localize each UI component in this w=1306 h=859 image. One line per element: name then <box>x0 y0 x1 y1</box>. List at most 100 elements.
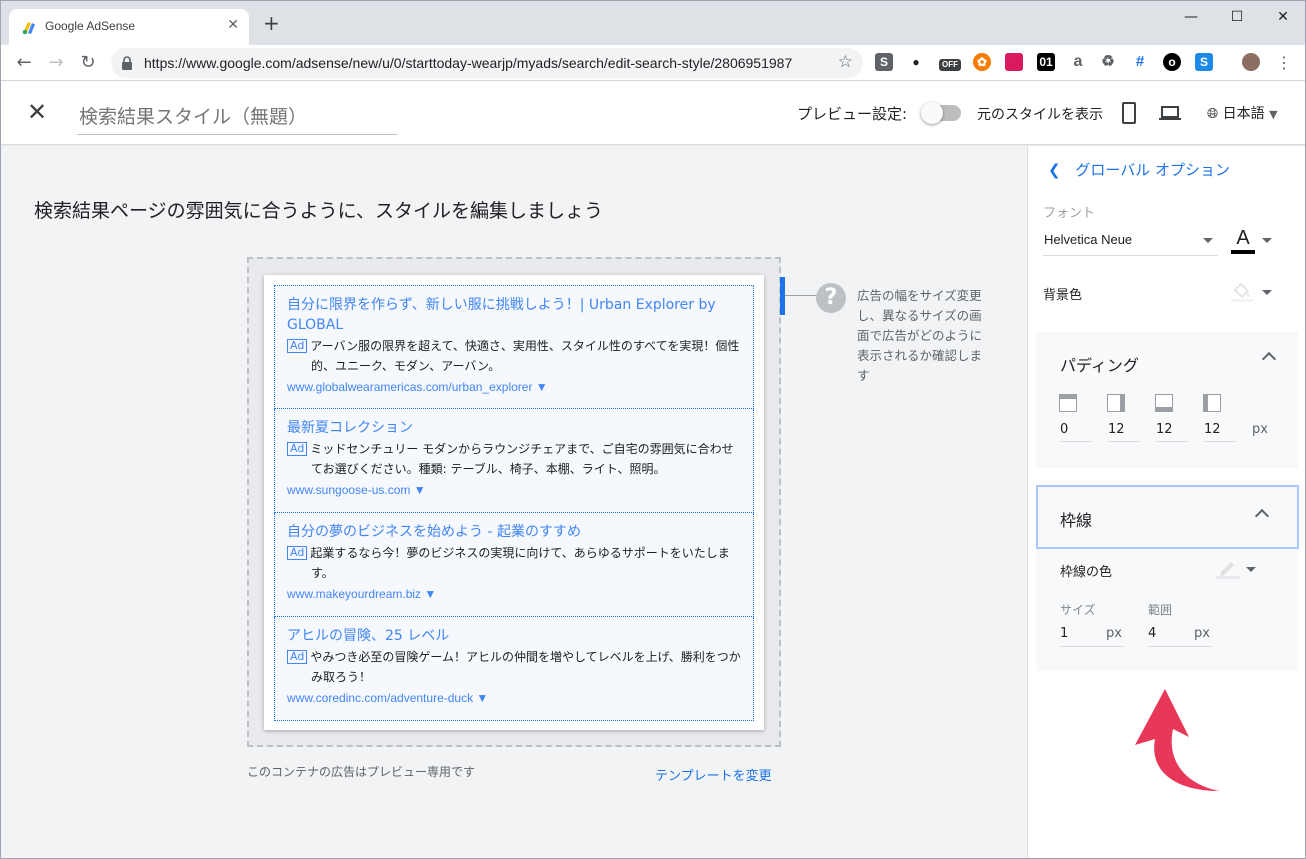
ad-badge: Ad <box>287 650 308 664</box>
padding-section-header[interactable]: パディング <box>1036 332 1298 394</box>
help-icon: ? <box>816 283 846 313</box>
font-color-picker[interactable]: A <box>1231 228 1255 254</box>
pencil-icon[interactable] <box>1216 557 1240 579</box>
ad-title[interactable]: アヒルの冒険、25 レベル <box>287 626 741 646</box>
preview-note: このコンテナの広告はプレビュー専用です <box>247 765 476 779</box>
menu-kebab-icon[interactable]: ⋮ <box>1273 52 1295 74</box>
ad-description: Ad アーバン服の限界を超えて、快適さ、実用性、スタイル性のすべてを実現！個性的、… <box>287 336 741 376</box>
ad-list: 自分に限界を作らず、新しい服に挑戦しよう！| Urban Explorer by… <box>274 285 754 721</box>
border-size-input[interactable]: 1 px <box>1060 623 1124 647</box>
extension-s-blue-icon[interactable]: S <box>1195 53 1213 71</box>
resize-handle[interactable] <box>780 277 785 315</box>
ad-item[interactable]: 自分に限界を作らず、新しい服に挑戦しよう！| Urban Explorer by… <box>274 285 754 409</box>
extension-off-badge[interactable]: OFF <box>939 59 961 71</box>
ad-description: Ad 起業するなら今！夢のビジネスの実現に向けて、あらゆるサポートをいたします。 <box>287 543 741 583</box>
ad-item[interactable]: 自分の夢のビジネスを始めよう - 起業のすすめ Ad 起業するなら今！夢のビジネス… <box>274 513 754 617</box>
font-color-swatch <box>1231 250 1255 254</box>
global-options-back[interactable]: ❮ グローバル オプション <box>1048 159 1230 180</box>
chevron-down-icon: ▼ <box>1269 108 1278 121</box>
minimize-icon[interactable]: — <box>1168 5 1214 29</box>
ad-description: Ad ミッドセンチュリー モダンからラウンジチェアまで、ご自宅の雰囲気に合わせてお… <box>287 439 741 479</box>
padding-left-icon <box>1203 394 1221 412</box>
extension-spy-icon[interactable]: ● <box>907 53 925 71</box>
padding-right-input[interactable]: 12 <box>1108 418 1140 442</box>
extension-pink-icon[interactable] <box>1005 53 1023 71</box>
ad-badge: Ad <box>287 339 308 353</box>
extension-recycle-icon[interactable]: ♻ <box>1099 53 1117 71</box>
new-tab-icon[interactable]: + <box>263 13 280 33</box>
ad-description-text: 起業するなら今！夢のビジネスの実現に向けて、あらゆるサポートをいたします。 <box>310 546 730 580</box>
address-bar[interactable]: https://www.google.com/adsense/new/u/0/s… <box>111 48 863 78</box>
bookmark-star-icon[interactable]: ☆ <box>838 52 853 72</box>
chevron-down-icon[interactable] <box>1246 567 1256 572</box>
language-value: 日本語 <box>1222 106 1265 122</box>
browser-toolbar: ← → ↻ https://www.google.com/adsense/new… <box>1 45 1305 81</box>
chevron-up-icon <box>1254 508 1270 524</box>
ad-title[interactable]: 最新夏コレクション <box>287 418 741 438</box>
close-editor-icon[interactable]: ✕ <box>27 100 51 125</box>
ad-description-text: アーバン服の限界を超えて、快適さ、実用性、スタイル性のすべてを実現！個性的、ユニ… <box>310 339 740 373</box>
ad-badge: Ad <box>287 546 308 560</box>
help-connector-line <box>785 295 817 296</box>
desktop-preview-icon[interactable] <box>1159 106 1181 120</box>
border-size-unit: px <box>1106 626 1122 641</box>
change-template-link[interactable]: テンプレートを変更 <box>655 765 772 784</box>
ad-item[interactable]: アヒルの冒険、25 レベル Ad やみつき必至の冒険ゲーム！アヒルの仲間を増やして… <box>274 617 754 721</box>
font-label: フォント <box>1043 206 1096 221</box>
page-heading: 検索結果ページの雰囲気に合うように、スタイルを編集しましょう <box>34 200 604 222</box>
ad-url[interactable]: www.coredinc.com/adventure-duck ▼ <box>287 691 741 705</box>
border-size-value: 1 <box>1060 626 1069 641</box>
back-icon[interactable]: ← <box>13 52 35 74</box>
maximize-icon[interactable]: ☐ <box>1214 5 1260 29</box>
border-section-header[interactable]: 枠線 <box>1036 485 1299 549</box>
chevron-up-icon <box>1261 351 1277 367</box>
resize-help-text: 広告の幅をサイズ変更し、異なるサイズの画面で広告がどのように表示されるか確認しま… <box>857 288 983 383</box>
ad-item[interactable]: 最新夏コレクション Ad ミッドセンチュリー モダンからラウンジチェアまで、ご自宅… <box>274 409 754 513</box>
show-original-label: 元のスタイルを表示 <box>977 107 1103 123</box>
ad-title[interactable]: 自分に限界を作らず、新しい服に挑戦しよう！| Urban Explorer by… <box>287 295 741 335</box>
reload-icon[interactable]: ↻ <box>77 52 99 74</box>
extension-a-icon[interactable]: a <box>1069 53 1087 71</box>
ad-unit-preview: 自分に限界を作らず、新しい服に挑戦しよう！| Urban Explorer by… <box>264 275 764 730</box>
ad-title[interactable]: 自分の夢のビジネスを始めよう - 起業のすすめ <box>287 522 741 542</box>
ad-description-text: ミッドセンチュリー モダンからラウンジチェアまで、ご自宅の雰囲気に合わせてお選び… <box>310 442 734 476</box>
paint-bucket-icon[interactable] <box>1231 280 1253 302</box>
ad-badge: Ad <box>287 442 308 456</box>
border-radius-label: 範囲 <box>1148 603 1173 617</box>
extension-circle-icon[interactable]: o <box>1163 53 1181 71</box>
forward-icon[interactable]: → <box>45 52 67 74</box>
padding-left-input[interactable]: 12 <box>1204 418 1236 442</box>
padding-unit: px <box>1252 422 1268 437</box>
font-select[interactable]: Helvetica Neue <box>1043 226 1218 256</box>
tab-close-icon[interactable]: ✕ <box>227 17 239 33</box>
close-window-icon[interactable]: ✕ <box>1260 5 1305 29</box>
chevron-down-icon[interactable] <box>1262 238 1272 243</box>
chevron-left-icon: ❮ <box>1048 161 1061 179</box>
border-title: 枠線 <box>1060 511 1093 530</box>
tab-adsense[interactable]: Google AdSense ✕ <box>9 9 249 45</box>
border-radius-unit: px <box>1194 626 1210 641</box>
background-color-label: 背景色 <box>1043 288 1083 303</box>
padding-top-input[interactable]: 0 <box>1060 418 1092 442</box>
extension-01-icon[interactable]: 01 <box>1037 53 1055 71</box>
border-radius-value: 4 <box>1148 626 1157 641</box>
chevron-down-icon[interactable] <box>1262 290 1272 295</box>
extension-grid-icon[interactable]: # <box>1131 53 1149 71</box>
padding-bottom-input[interactable]: 12 <box>1156 418 1188 442</box>
ad-url[interactable]: www.makeyourdream.biz ▼ <box>287 587 741 601</box>
ad-url[interactable]: www.sungoose-us.com ▼ <box>287 483 741 497</box>
language-selector[interactable]: 🌐︎ 日本語 ▼ <box>1207 103 1278 123</box>
global-options-label: グローバル オプション <box>1075 161 1230 179</box>
mobile-preview-icon[interactable] <box>1122 102 1136 124</box>
style-name-input[interactable] <box>77 101 397 135</box>
show-original-toggle[interactable] <box>921 102 961 124</box>
extension-s-icon[interactable]: S <box>875 53 893 71</box>
annotation-arrow-icon <box>1135 689 1219 791</box>
border-radius-input[interactable]: 4 px <box>1148 623 1212 647</box>
toggle-knob <box>921 102 943 124</box>
profile-avatar[interactable] <box>1242 53 1260 71</box>
ad-url[interactable]: www.globalwearamericas.com/urban_explore… <box>287 380 741 394</box>
border-color-label: 枠線の色 <box>1060 565 1113 580</box>
extension-orange-icon[interactable]: ✿ <box>973 53 991 71</box>
url-text: https://www.google.com/adsense/new/u/0/s… <box>144 55 793 71</box>
